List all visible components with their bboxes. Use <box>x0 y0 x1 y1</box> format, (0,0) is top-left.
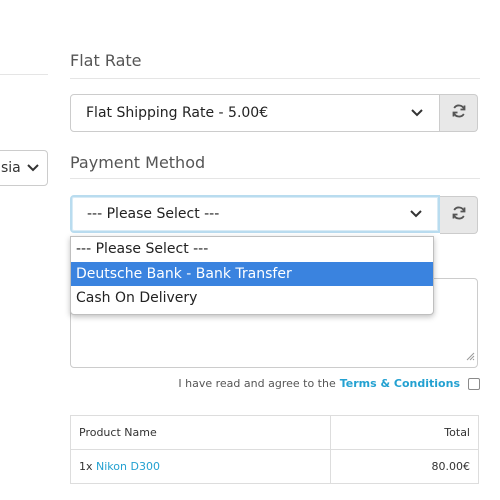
product-quantity: 1x <box>79 460 93 473</box>
country-select[interactable]: sia <box>0 150 48 186</box>
shipping-refresh-button[interactable] <box>440 94 478 132</box>
dropdown-option-bank-transfer[interactable]: Deutsche Bank - Bank Transfer <box>71 261 433 286</box>
chevron-down-icon <box>406 210 426 218</box>
table-row: 1x Nikon D300 80.00€ <box>69 449 479 484</box>
shipping-divider <box>70 78 480 79</box>
resize-grip-icon[interactable] <box>466 346 475 365</box>
column-header-product-name: Product Name <box>69 415 332 450</box>
product-link[interactable]: Nikon D300 <box>96 460 160 473</box>
terms-text: I have read and agree to the <box>178 377 336 390</box>
payment-refresh-button[interactable] <box>440 196 478 234</box>
payment-method-value: --- Please Select --- <box>87 206 220 222</box>
product-cell: 1x Nikon D300 <box>69 449 332 484</box>
chevron-down-icon <box>407 109 427 117</box>
payment-method-select[interactable]: --- Please Select --- <box>70 195 440 233</box>
order-summary-table: Product Name Total 1x Nikon D300 80.00€ <box>69 415 479 484</box>
payment-divider <box>70 178 480 179</box>
shipping-method-select[interactable]: Flat Shipping Rate - 5.00€ <box>70 94 440 132</box>
chevron-down-icon <box>25 164 41 172</box>
payment-method-dropdown[interactable]: --- Please Select --- Deutsche Bank - Ba… <box>70 236 434 315</box>
dropdown-option-cash-on-delivery[interactable]: Cash On Delivery <box>71 286 433 311</box>
left-column-divider <box>0 74 48 75</box>
dropdown-option-please-select[interactable]: --- Please Select --- <box>71 237 433 262</box>
terms-link[interactable]: Terms & Conditions <box>340 377 460 390</box>
shipping-method-title: Flat Rate <box>70 51 142 70</box>
shipping-method-value: Flat Shipping Rate - 5.00€ <box>86 105 269 121</box>
country-select-value: sia <box>1 160 21 176</box>
refresh-icon <box>451 205 467 225</box>
refresh-icon <box>451 103 467 123</box>
terms-agreement: I have read and agree to the Terms & Con… <box>178 377 480 390</box>
table-header-row: Product Name Total <box>69 415 479 450</box>
payment-method-title: Payment Method <box>70 153 206 172</box>
product-total: 80.00€ <box>330 449 479 484</box>
terms-checkbox[interactable] <box>468 377 480 390</box>
column-header-total: Total <box>330 415 479 450</box>
